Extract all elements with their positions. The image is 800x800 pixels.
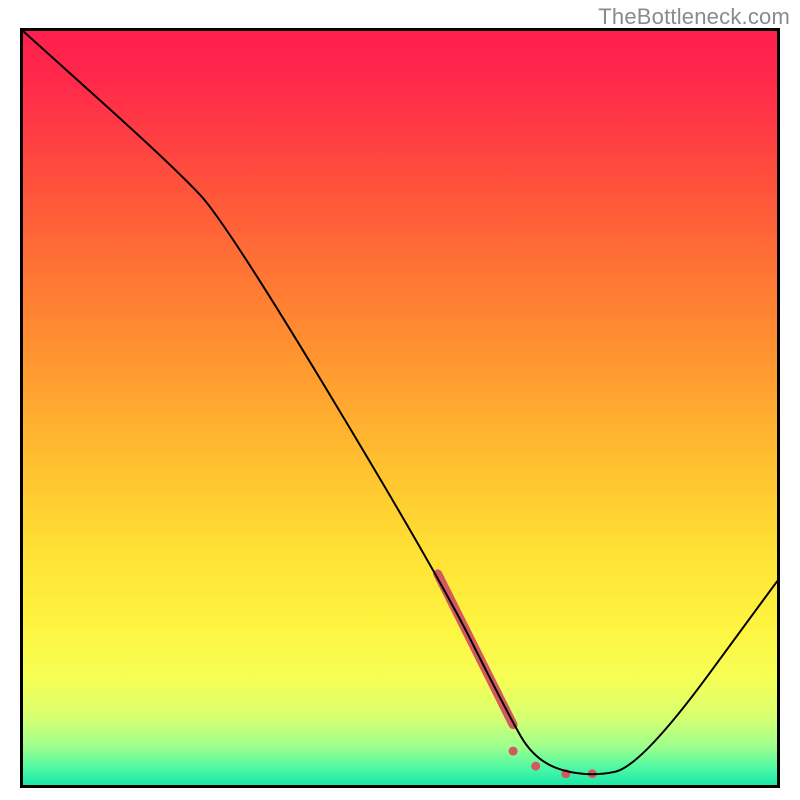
highlight-dot	[531, 762, 540, 771]
gradient-rect	[23, 31, 777, 785]
plot-area	[20, 28, 780, 788]
attribution-label: TheBottleneck.com	[598, 4, 790, 30]
chart-frame: TheBottleneck.com	[0, 0, 800, 800]
chart-svg	[23, 31, 777, 785]
highlight-dot	[509, 747, 518, 756]
